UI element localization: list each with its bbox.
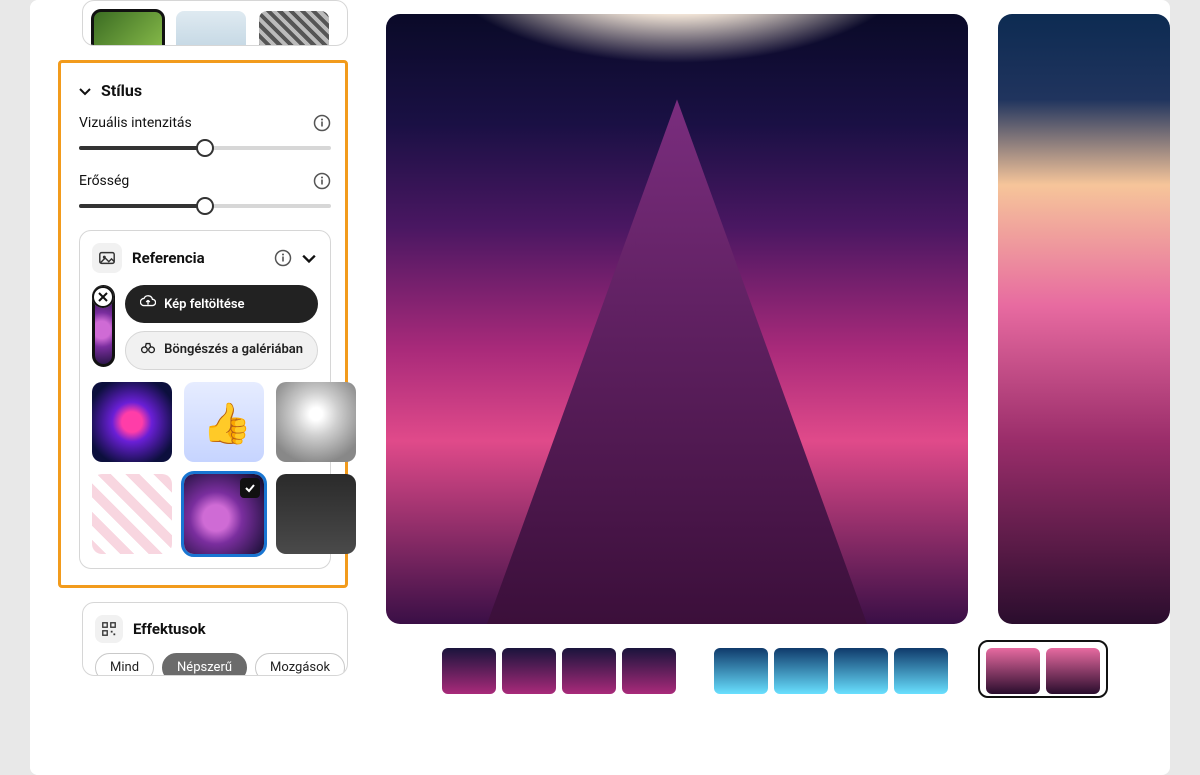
strength-slider[interactable] [79, 196, 331, 216]
reference-thumb[interactable] [184, 382, 264, 462]
generated-image[interactable] [998, 14, 1170, 624]
reference-thumb[interactable] [92, 474, 172, 554]
binoculars-icon [140, 340, 156, 361]
preset-thumb[interactable] [176, 11, 246, 46]
reference-thumb[interactable] [276, 474, 356, 554]
reference-card: Referencia [79, 230, 331, 569]
upload-image-button[interactable]: Kép feltöltése [125, 285, 318, 323]
upload-image-label: Kép feltöltése [164, 297, 244, 312]
effects-tab-movements[interactable]: Mozgások [255, 653, 345, 676]
info-icon[interactable] [313, 114, 331, 132]
effects-title: Effektusok [133, 620, 206, 638]
sidebar: Stílus Vizuális intenzitás [30, 0, 376, 775]
chevron-down-icon [79, 85, 91, 97]
preset-strip [82, 0, 348, 46]
effects-tab-all[interactable]: Mind [95, 653, 154, 676]
app-frame: Stílus Vizuális intenzitás [30, 0, 1170, 775]
preset-thumb[interactable] [259, 11, 329, 46]
variation-strips [386, 640, 1170, 698]
reference-preview[interactable] [92, 285, 115, 367]
effects-card: Effektusok Mind Népszerű Mozgások [82, 602, 348, 676]
remove-reference-button[interactable] [92, 286, 114, 308]
info-icon[interactable] [274, 249, 292, 267]
reference-thumb[interactable] [184, 474, 264, 554]
upload-icon [140, 294, 156, 314]
results-area [376, 0, 1170, 775]
effects-tab-popular[interactable]: Népszerű [162, 653, 247, 676]
chevron-down-icon[interactable] [302, 250, 318, 266]
style-panel: Stílus Vizuális intenzitás [58, 60, 348, 588]
style-panel-title: Stílus [101, 81, 142, 100]
reference-thumb[interactable] [276, 382, 356, 462]
image-icon [92, 243, 122, 273]
style-panel-header[interactable]: Stílus [79, 81, 331, 100]
check-icon [240, 478, 260, 498]
qr-icon [95, 615, 123, 643]
visual-intensity-group: Vizuális intenzitás [79, 114, 331, 158]
reference-gallery-grid [92, 382, 318, 554]
variation-set[interactable] [434, 640, 684, 698]
info-icon[interactable] [313, 172, 331, 190]
browse-gallery-label: Böngészés a galériában [164, 343, 303, 358]
variation-set[interactable] [706, 640, 956, 698]
strength-group: Erősség [79, 172, 331, 216]
browse-gallery-button[interactable]: Böngészés a galériában [125, 331, 318, 370]
reference-thumb[interactable] [92, 382, 172, 462]
visual-intensity-slider[interactable] [79, 138, 331, 158]
variation-set[interactable] [978, 640, 1108, 698]
visual-intensity-label: Vizuális intenzitás [79, 115, 192, 131]
generated-image[interactable] [386, 14, 968, 624]
reference-title: Referencia [132, 249, 264, 267]
preset-thumb[interactable] [93, 11, 163, 46]
strength-label: Erősség [79, 173, 129, 189]
